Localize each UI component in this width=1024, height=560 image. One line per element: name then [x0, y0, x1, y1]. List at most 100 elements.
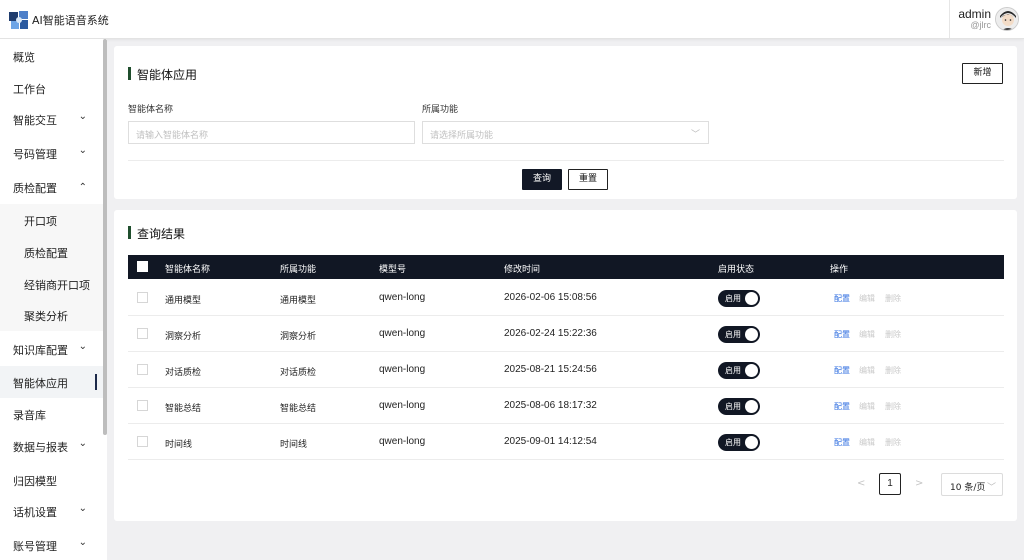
sidebar-item-knowledge[interactable]: 知识库配置 ⌄: [0, 333, 103, 365]
search-card: 智能体应用 新增 智能体名称 请输入智能体名称 所属功能 请选择所属功能 ﹀ 查…: [114, 46, 1017, 199]
edit-link[interactable]: 编辑: [859, 365, 875, 376]
model-id: qwen-long: [379, 292, 426, 303]
toggle-label: 启用: [725, 402, 741, 411]
sidebar-item-label: 概览: [13, 51, 35, 64]
sidebar-item-dealer-opening[interactable]: 经销商开口项: [0, 268, 103, 300]
select-all-checkbox[interactable]: [137, 261, 148, 272]
query-button[interactable]: 查询: [522, 169, 562, 190]
function-select[interactable]: 请选择所属功能 ﹀: [422, 121, 709, 144]
agent-name: 通用模型: [165, 296, 202, 306]
edit-link[interactable]: 编辑: [859, 293, 875, 304]
user-menu[interactable]: admin @jlrc: [949, 0, 1024, 38]
page-title: 智能体应用: [128, 66, 197, 83]
sidebar-item-workbench[interactable]: 工作台: [0, 72, 103, 104]
sidebar-item-label: 号码管理: [13, 148, 57, 161]
sidebar-item-accounts[interactable]: 账号管理 ⌄: [0, 529, 103, 560]
config-link[interactable]: 配置: [834, 293, 850, 304]
divider: [128, 160, 1004, 161]
edit-link[interactable]: 编辑: [859, 437, 875, 448]
avatar-face-icon: [996, 8, 1018, 30]
config-link[interactable]: 配置: [834, 365, 850, 376]
config-link[interactable]: 配置: [834, 401, 850, 412]
chevron-up-icon: ⌃: [78, 182, 87, 193]
toggle-knob: [745, 400, 758, 413]
chevron-down-icon: ⌄: [78, 145, 87, 156]
delete-link[interactable]: 删除: [885, 401, 901, 412]
prev-page-icon[interactable]: <: [857, 478, 865, 489]
delete-link[interactable]: 删除: [885, 329, 901, 340]
agent-function: 通用模型: [280, 296, 317, 306]
agent-name: 时间线: [165, 440, 193, 450]
config-link[interactable]: 配置: [834, 437, 850, 448]
row-checkbox[interactable]: [137, 400, 148, 411]
user-handle: @jlrc: [970, 20, 991, 30]
sidebar-item-overview[interactable]: 概览: [0, 40, 103, 72]
sidebar-item-label: 归因模型: [13, 475, 57, 488]
edit-link[interactable]: 编辑: [859, 329, 875, 340]
column-header: 模型号: [379, 265, 407, 275]
table-row: 通用模型 通用模型 qwen-long 2026-02-06 15:08:56 …: [128, 280, 1004, 316]
row-checkbox[interactable]: [137, 436, 148, 447]
row-checkbox[interactable]: [137, 364, 148, 375]
next-page-icon[interactable]: >: [915, 478, 923, 489]
sidebar-item-opening[interactable]: 开口项: [0, 204, 103, 236]
sidebar-item-label: 质检配置: [24, 247, 68, 260]
status-toggle[interactable]: 启用: [718, 290, 760, 307]
toggle-knob: [745, 328, 758, 341]
sidebar-item-attribution[interactable]: 归因模型: [0, 464, 103, 496]
delete-link[interactable]: 删除: [885, 365, 901, 376]
model-id: qwen-long: [379, 400, 426, 411]
sidebar-item-agent-apps[interactable]: 智能体应用: [0, 366, 103, 398]
name-input[interactable]: 请输入智能体名称: [128, 121, 415, 144]
sidebar-item-numbers[interactable]: 号码管理 ⌄: [0, 137, 103, 169]
results-title: 查询结果: [128, 225, 185, 242]
column-header: 修改时间: [504, 265, 541, 275]
sidebar-item-phone-settings[interactable]: 话机设置 ⌄: [0, 495, 103, 527]
avatar[interactable]: [995, 7, 1019, 31]
sidebar-item-qc-config[interactable]: 质检配置 ⌃: [0, 171, 103, 203]
sidebar-item-recordings[interactable]: 录音库: [0, 398, 103, 430]
status-toggle[interactable]: 启用: [718, 398, 760, 415]
status-toggle[interactable]: 启用: [718, 434, 760, 451]
modified-time: 2025-09-01 14:12:54: [504, 436, 597, 447]
column-header: 智能体名称: [165, 265, 211, 275]
sidebar-item-interaction[interactable]: 智能交互 ⌄: [0, 103, 103, 135]
chevron-down-icon: ⌄: [78, 537, 87, 548]
chevron-down-icon: ﹀: [690, 130, 700, 140]
sidebar-item-qc-settings[interactable]: 质检配置: [0, 236, 103, 268]
toggle-label: 启用: [725, 330, 741, 339]
active-indicator: [95, 374, 97, 390]
config-link[interactable]: 配置: [834, 329, 850, 340]
delete-link[interactable]: 删除: [885, 293, 901, 304]
table-header: 智能体名称 所属功能 模型号 修改时间 启用状态 操作: [128, 255, 1004, 279]
table-row: 时间线 时间线 qwen-long 2025-09-01 14:12:54 启用…: [128, 424, 1004, 460]
delete-link[interactable]: 删除: [885, 437, 901, 448]
toggle-knob: [745, 364, 758, 377]
edit-link[interactable]: 编辑: [859, 401, 875, 412]
page-size-select[interactable]: 10 条/页 ﹀: [941, 473, 1003, 496]
row-checkbox[interactable]: [137, 292, 148, 303]
app-logo-icon: [9, 11, 28, 29]
reset-button[interactable]: 重置: [568, 169, 608, 190]
status-toggle[interactable]: 启用: [718, 362, 760, 379]
model-id: qwen-long: [379, 436, 426, 447]
table-row: 智能总结 智能总结 qwen-long 2025-08-06 18:17:32 …: [128, 388, 1004, 424]
sidebar-item-label: 开口项: [24, 215, 57, 228]
sidebar: 概览 工作台 智能交互 ⌄ 号码管理 ⌄ 质检配置 ⌃ 开口项 质检配置 经销商…: [0, 39, 107, 560]
add-button[interactable]: 新增: [962, 63, 1003, 84]
sidebar-item-clustering[interactable]: 聚类分析: [0, 299, 103, 331]
column-header: 所属功能: [280, 265, 317, 275]
agent-function: 智能总结: [280, 404, 317, 414]
sidebar-item-label: 账号管理: [13, 540, 57, 553]
status-toggle[interactable]: 启用: [718, 326, 760, 343]
results-card: 查询结果 智能体名称 所属功能 模型号 修改时间 启用状态 操作 通用模型 通用…: [114, 210, 1017, 521]
sidebar-scrollbar[interactable]: [103, 39, 107, 435]
modified-time: 2025-08-06 18:17:32: [504, 400, 597, 411]
sidebar-item-reports[interactable]: 数据与报表 ⌄: [0, 430, 103, 462]
chevron-down-icon: ⌄: [78, 111, 87, 122]
sidebar-item-label: 工作台: [13, 83, 46, 96]
toggle-knob: [745, 436, 758, 449]
page-number[interactable]: 1: [879, 473, 901, 495]
function-select-placeholder: 请选择所属功能: [430, 131, 494, 141]
row-checkbox[interactable]: [137, 328, 148, 339]
